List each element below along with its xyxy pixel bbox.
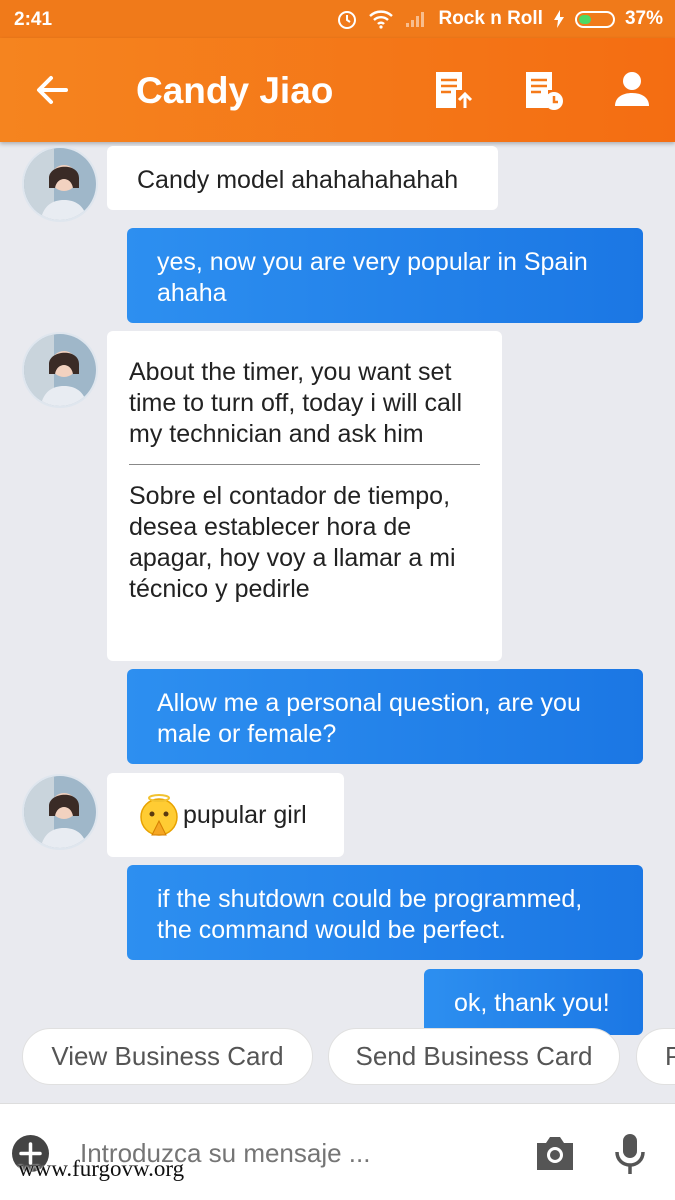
message-text: About the timer, you want set time to tu…	[129, 358, 463, 448]
message-bubble-out[interactable]: if the shutdown could be programmed, the…	[127, 865, 643, 960]
charging-icon	[553, 9, 565, 29]
document-clock-icon[interactable]	[522, 68, 566, 112]
message-text: pupular girl	[183, 800, 307, 829]
chat-title: Candy Jiao	[136, 70, 334, 111]
message-bubble-in[interactable]: Candy model ahahahahahah	[107, 146, 498, 210]
carrier-name: Rock n Roll	[438, 8, 543, 29]
contact-avatar[interactable]	[22, 332, 98, 408]
status-bar: 2:41 Rock n Roll 37%	[0, 0, 675, 38]
message-text: if the shutdown could be programmed, the…	[157, 885, 583, 944]
message-bubble-out[interactable]: Allow me a personal question, are you ma…	[127, 669, 643, 764]
praying-emoji-icon	[137, 793, 181, 837]
signal-icon	[404, 10, 428, 28]
status-time: 2:41	[14, 9, 53, 30]
document-upload-icon[interactable]	[432, 68, 476, 112]
camera-icon[interactable]	[534, 1134, 576, 1172]
message-bubble-out[interactable]: yes, now you are very popular in Spain a…	[127, 228, 643, 323]
battery-icon	[574, 10, 615, 28]
alarm-icon	[336, 8, 358, 30]
translation-text: Sobre el contador de tiempo, desea estab…	[129, 482, 456, 603]
contact-avatar[interactable]	[22, 146, 98, 222]
watermark: www.furgovw.org	[18, 1156, 185, 1181]
app-bar: Candy Jiao	[0, 38, 675, 142]
microphone-icon[interactable]	[612, 1132, 648, 1176]
message-bubble-in[interactable]: About the timer, you want set time to tu…	[107, 331, 502, 661]
quick-replies-bar: View Business Card Send Business Card P	[0, 1018, 675, 1102]
back-arrow-icon[interactable]	[32, 70, 72, 110]
message-text: Allow me a personal question, are you ma…	[157, 689, 581, 748]
message-text: ok, thank you!	[454, 989, 610, 1017]
battery-percent: 37%	[624, 8, 663, 29]
battery-level	[578, 14, 591, 24]
translation-divider	[129, 464, 480, 465]
status-right: Rock n Roll 37%	[336, 8, 663, 30]
message-text: yes, now you are very popular in Spain a…	[157, 248, 588, 307]
wifi-icon	[368, 9, 394, 29]
composer-bar	[0, 1103, 675, 1200]
send-business-card-chip[interactable]: Send Business Card	[328, 1028, 620, 1085]
message-list[interactable]: Candy model ahahahahahah yes, now you ar…	[0, 142, 675, 1035]
contact-avatar[interactable]	[22, 774, 98, 850]
message-text: Candy model ahahahahahah	[137, 166, 459, 194]
person-icon[interactable]	[610, 68, 654, 112]
view-business-card-chip[interactable]: View Business Card	[22, 1028, 313, 1085]
quick-reply-chip[interactable]: P	[636, 1028, 675, 1085]
message-bubble-in[interactable]: pupular girl	[107, 773, 344, 857]
